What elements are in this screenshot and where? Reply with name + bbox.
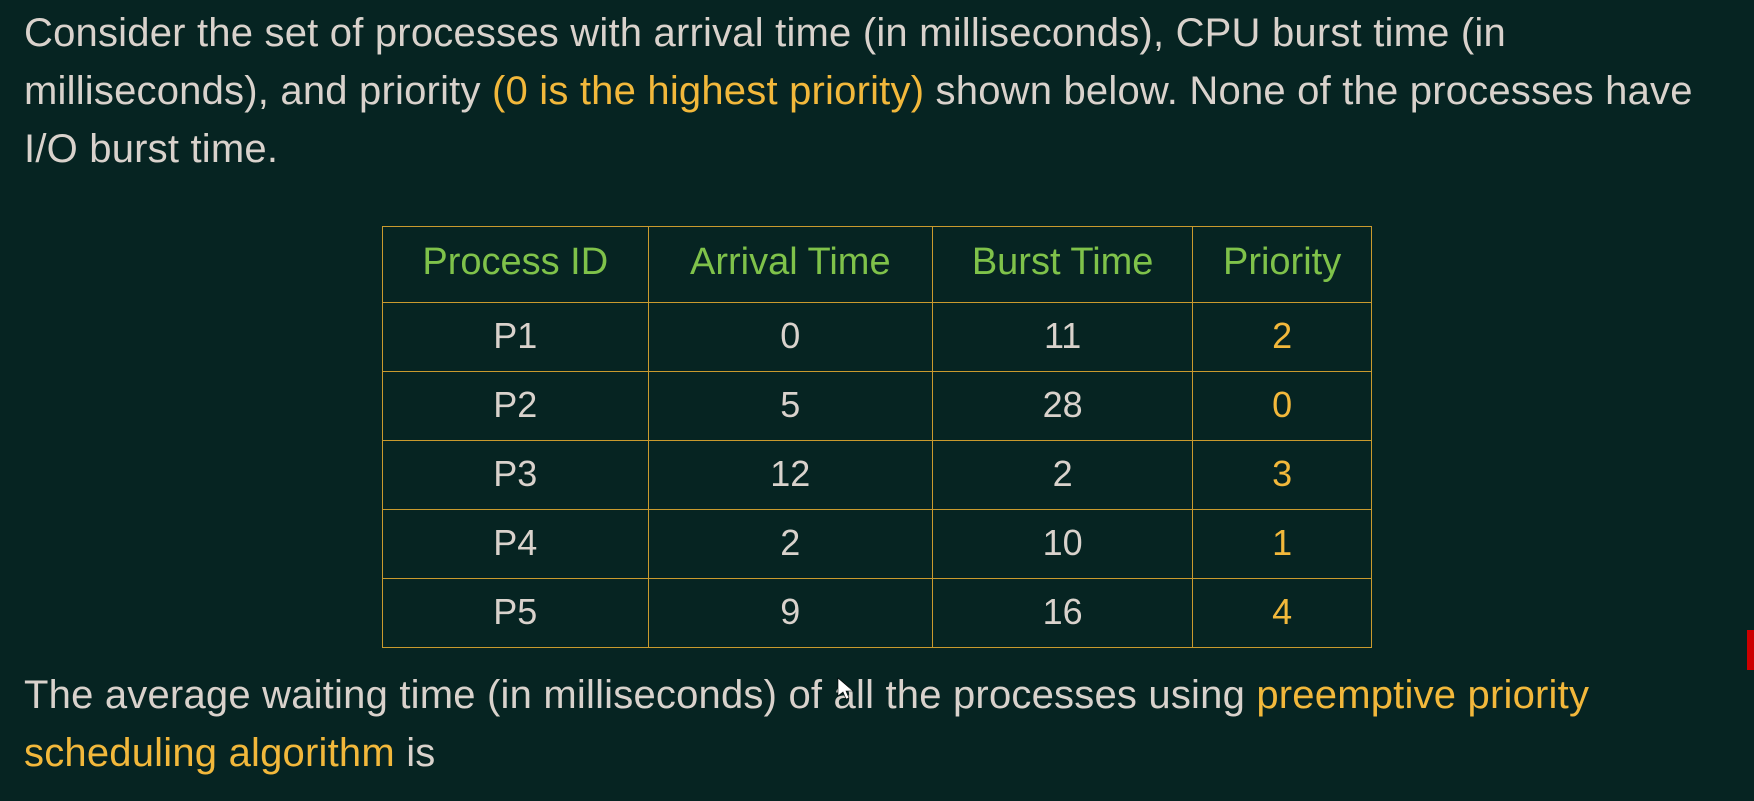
cell-burst: 16 xyxy=(933,579,1193,648)
col-priority: Priority xyxy=(1193,227,1372,303)
cell-arrival: 12 xyxy=(648,441,933,510)
process-table-wrap: Process ID Arrival Time Burst Time Prior… xyxy=(24,226,1730,648)
cell-arrival: 0 xyxy=(648,303,933,372)
cell-priority: 3 xyxy=(1193,441,1372,510)
cell-priority: 0 xyxy=(1193,372,1372,441)
cell-process-id: P2 xyxy=(383,372,649,441)
process-table: Process ID Arrival Time Burst Time Prior… xyxy=(382,226,1372,648)
cell-arrival: 5 xyxy=(648,372,933,441)
col-arrival-time: Arrival Time xyxy=(648,227,933,303)
slide: Consider the set of processes with arriv… xyxy=(0,0,1754,801)
cell-priority: 1 xyxy=(1193,510,1372,579)
table-header-row: Process ID Arrival Time Burst Time Prior… xyxy=(383,227,1372,303)
cell-process-id: P5 xyxy=(383,579,649,648)
cell-process-id: P4 xyxy=(383,510,649,579)
table-row: P1 0 11 2 xyxy=(383,303,1372,372)
intro-highlight: (0 is the highest priority) xyxy=(492,69,924,113)
outro-text-1: The average waiting time (in millisecond… xyxy=(24,673,1256,717)
question-intro: Consider the set of processes with arriv… xyxy=(24,4,1730,178)
table-row: P2 5 28 0 xyxy=(383,372,1372,441)
cell-arrival: 2 xyxy=(648,510,933,579)
cell-burst: 11 xyxy=(933,303,1193,372)
cell-burst: 28 xyxy=(933,372,1193,441)
cell-burst: 2 xyxy=(933,441,1193,510)
cell-process-id: P3 xyxy=(383,441,649,510)
cell-process-id: P1 xyxy=(383,303,649,372)
col-process-id: Process ID xyxy=(383,227,649,303)
table-row: P3 12 2 3 xyxy=(383,441,1372,510)
cell-burst: 10 xyxy=(933,510,1193,579)
table-row: P4 2 10 1 xyxy=(383,510,1372,579)
cell-priority: 4 xyxy=(1193,579,1372,648)
cell-arrival: 9 xyxy=(648,579,933,648)
cell-priority: 2 xyxy=(1193,303,1372,372)
col-burst-time: Burst Time xyxy=(933,227,1193,303)
edge-marker xyxy=(1747,630,1754,670)
outro-text-2: is xyxy=(395,731,436,775)
table-row: P5 9 16 4 xyxy=(383,579,1372,648)
question-outro: The average waiting time (in millisecond… xyxy=(24,666,1730,782)
